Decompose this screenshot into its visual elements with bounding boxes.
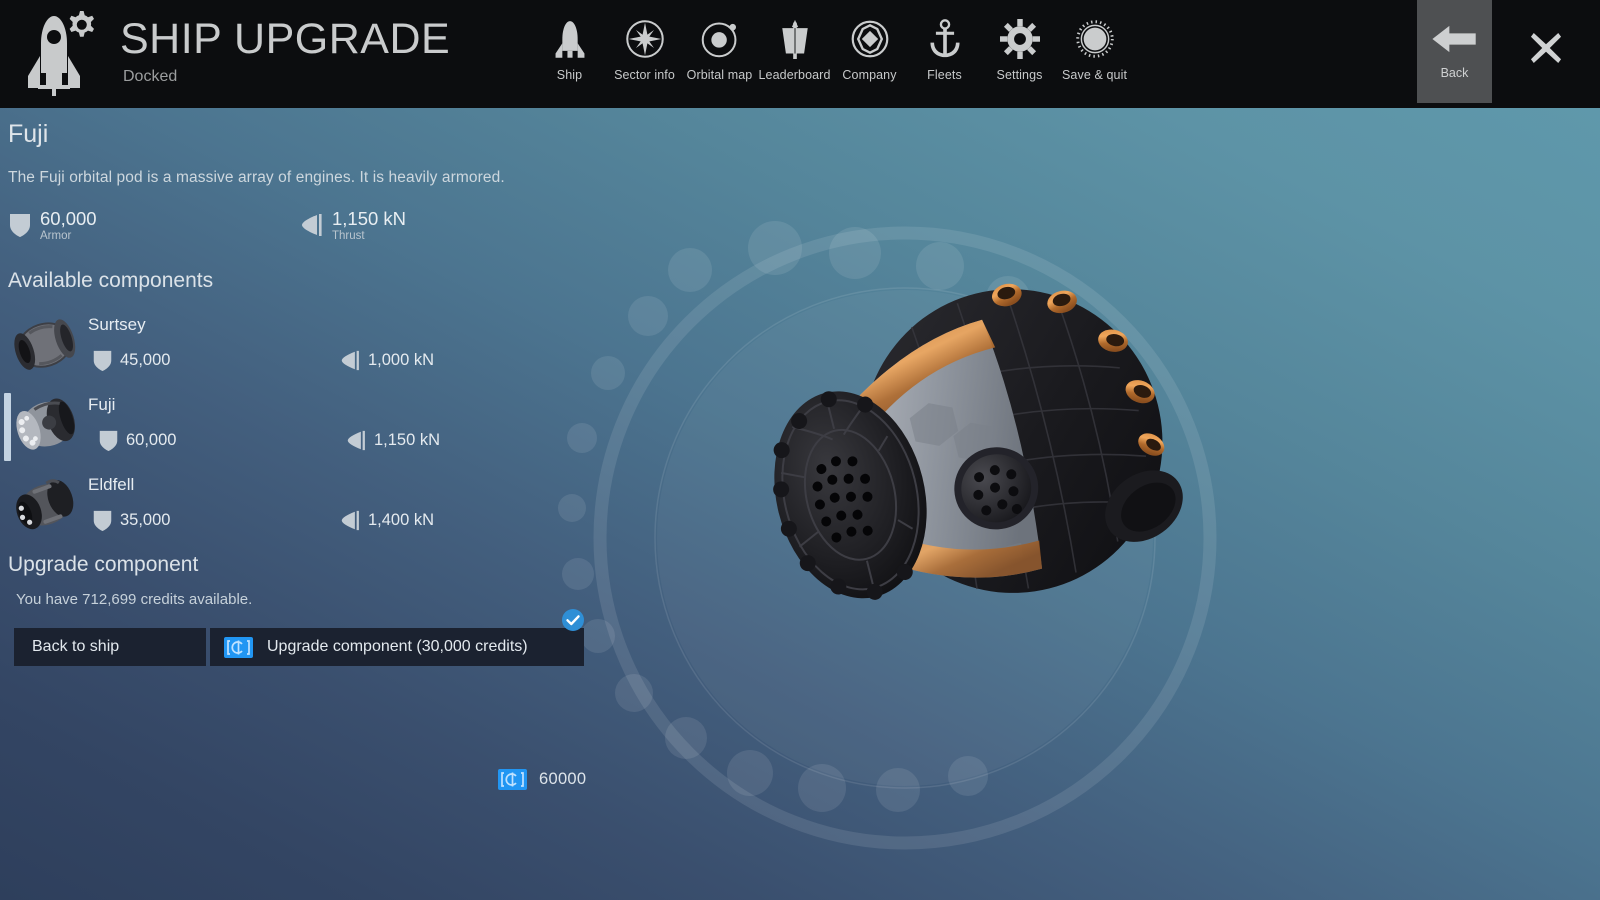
upgrade-heading: Upgrade component <box>8 553 199 576</box>
nav-item-settings[interactable]: Settings <box>982 14 1057 82</box>
nav-label: Save & quit <box>1061 68 1128 82</box>
diamond-octagon-icon <box>850 14 890 64</box>
nav-label: Settings <box>996 68 1043 82</box>
row-armor-value: 60,000 <box>126 431 177 449</box>
credits-banknote-icon <box>498 769 527 790</box>
row-stat-thrust: 1,000 kN <box>340 349 434 372</box>
component-list: Surtsey 45,000 1,000 kN Fuji 60000 60,00… <box>0 307 620 790</box>
nav-label: Orbital map <box>686 68 753 82</box>
component-price: 60000 <box>498 769 586 790</box>
back-button-label: Back <box>1440 66 1469 80</box>
page-title: SHIP UPGRADE <box>120 15 451 63</box>
thrust-icon <box>340 509 361 532</box>
thrust-icon <box>346 429 367 452</box>
stat-value: 1,150 kN <box>332 208 407 229</box>
credits-available-note: You have 712,699 credits available. <box>16 591 253 608</box>
row-armor-value: 45,000 <box>120 351 171 369</box>
upgrade-component-label: Upgrade component (30,000 credits) <box>267 638 528 655</box>
equipped-check-icon <box>562 609 584 631</box>
back-to-ship-label: Back to ship <box>32 638 120 655</box>
stat-label: Armor <box>40 230 72 242</box>
anchor-icon <box>925 14 965 64</box>
detail-stats: 60,000 Armor 1,150 kN Thrust <box>0 209 620 249</box>
row-stat-armor: 35,000 <box>92 509 170 532</box>
stat-thrust: 1,150 kN Thrust <box>300 209 406 242</box>
ship-upgrade-screen: SHIP UPGRADE Docked Ship Sector info Orb… <box>0 0 1600 900</box>
nav-items: Ship Sector info Orbital map Leaderboard… <box>532 14 1132 82</box>
component-row-fuji[interactable]: Fuji 60000 60,000 1,150 kN <box>0 387 620 790</box>
nav-label: Company <box>842 68 897 82</box>
compass-star-icon <box>625 14 665 64</box>
credits-banknote-icon <box>224 636 253 658</box>
nav-item-save-quit[interactable]: Save & quit <box>1057 14 1132 82</box>
shield-icon <box>8 212 32 238</box>
upgrade-component-button[interactable]: Upgrade component (30,000 credits) <box>210 628 584 666</box>
back-to-ship-button[interactable]: Back to ship <box>14 628 206 666</box>
row-stat-thrust: 1,400 kN <box>340 509 434 532</box>
available-components-heading: Available components <box>8 269 214 292</box>
component-thumbnail <box>10 391 80 461</box>
row-thrust-value: 1,150 kN <box>374 431 441 449</box>
close-button[interactable] <box>1524 28 1568 72</box>
row-stat-armor: 45,000 <box>92 349 170 372</box>
thrust-icon <box>300 212 324 238</box>
component-name-label: Fuji <box>88 395 116 414</box>
nav-label: Ship <box>556 68 583 82</box>
shield-icon <box>98 429 119 452</box>
save-quit-circle-icon <box>1075 14 1115 64</box>
row-armor-value: 35,000 <box>120 511 171 529</box>
nav-label: Sector info <box>614 68 675 82</box>
row-thrust-value: 1,000 kN <box>368 351 435 369</box>
nav-item-orbital-map[interactable]: Orbital map <box>682 14 757 82</box>
component-description: The Fuji orbital pod is a massive array … <box>8 169 505 186</box>
nav-item-leaderboard[interactable]: Leaderboard <box>757 14 832 82</box>
nav-item-company[interactable]: Company <box>832 14 907 82</box>
component-detail-panel: Fuji The Fuji orbital pod is a massive a… <box>0 108 620 790</box>
component-name-label: Surtsey <box>88 315 146 334</box>
top-navigation-bar: SHIP UPGRADE Docked Ship Sector info Orb… <box>0 0 1600 108</box>
arrow-left-icon <box>1431 23 1478 60</box>
shield-icon <box>92 509 113 532</box>
component-name-label: Eldfell <box>88 475 135 494</box>
component-thumbnail <box>10 311 80 381</box>
rocket-icon <box>553 14 587 64</box>
price-value: 60000 <box>539 770 587 788</box>
stat-value: 60,000 <box>40 208 97 229</box>
nav-item-fleets[interactable]: Fleets <box>907 14 982 82</box>
row-thrust-value: 1,400 kN <box>368 511 435 529</box>
action-buttons: Back to ship Upgrade component (30,000 c… <box>14 628 620 666</box>
nav-item-sector-info[interactable]: Sector info <box>607 14 682 82</box>
rocket-gear-icon <box>18 6 104 98</box>
nav-item-ship[interactable]: Ship <box>532 14 607 82</box>
ship-status: Docked <box>123 68 178 85</box>
nav-label: Leaderboard <box>758 68 831 82</box>
row-stat-thrust: 1,150 kN <box>346 429 440 452</box>
component-row-eldfell[interactable]: Eldfell 100000 <box>0 467 620 547</box>
close-x-icon <box>1530 32 1562 69</box>
gear-icon <box>999 14 1040 64</box>
app-branding: SHIP UPGRADE Docked <box>18 6 450 98</box>
podium-icon <box>775 14 815 64</box>
thrust-icon <box>340 349 361 372</box>
back-button[interactable]: Back <box>1417 0 1492 103</box>
nav-label: Fleets <box>927 68 962 82</box>
row-stat-armor: 60,000 <box>98 429 176 452</box>
stat-label: Thrust <box>332 230 365 242</box>
stat-armor: 60,000 Armor <box>8 209 97 242</box>
component-row-surtsey[interactable]: Surtsey 45,000 1,000 kN <box>0 307 620 631</box>
component-name: Fuji <box>8 120 49 148</box>
component-thumbnail <box>10 471 80 541</box>
shield-icon <box>92 349 113 372</box>
planet-orbit-icon <box>700 14 740 64</box>
